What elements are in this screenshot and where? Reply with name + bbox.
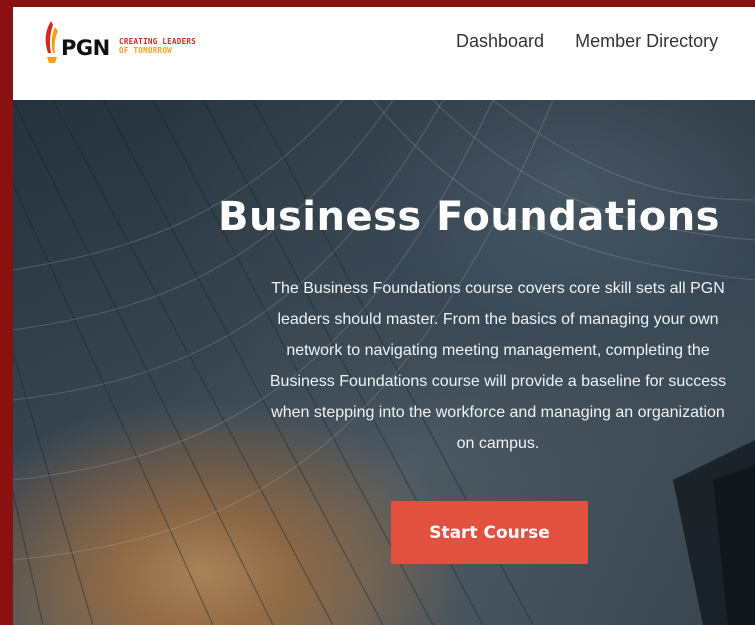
flame-icon [45, 21, 58, 63]
description-line: leaders should master. From the basics o… [277, 311, 719, 328]
description-line: network to navigating meeting management… [286, 342, 710, 359]
logo-tagline-line1: CREATING LEADERS [119, 37, 197, 46]
logo-wordmark: PGN [61, 36, 110, 60]
nav-member-directory[interactable]: Member Directory [575, 31, 718, 51]
hero-banner: Business Foundations The Business Founda… [13, 100, 755, 625]
description-line: when stepping into the workforce and man… [271, 404, 725, 421]
description-line: The Business Foundations course covers c… [271, 280, 725, 297]
course-description: The Business Foundations course covers c… [188, 273, 755, 459]
site-header: PGN CREATING LEADERS OF TOMORROW Dashboa… [13, 7, 755, 100]
pgn-logo[interactable]: PGN CREATING LEADERS OF TOMORROW [41, 19, 241, 65]
description-line: Business Foundations course will provide… [269, 373, 727, 390]
app-frame: PGN CREATING LEADERS OF TOMORROW Dashboa… [13, 7, 755, 625]
start-course-button[interactable]: Start Course [391, 501, 588, 564]
logo-tagline-line2: OF TOMORROW [119, 46, 172, 55]
description-line: on campus. [456, 435, 540, 452]
logo-tagline: CREATING LEADERS OF TOMORROW [119, 37, 196, 55]
nav-dashboard[interactable]: Dashboard [456, 31, 544, 51]
course-title: Business Foundations [218, 194, 720, 240]
main-nav: Dashboard Member Directory [456, 31, 744, 52]
